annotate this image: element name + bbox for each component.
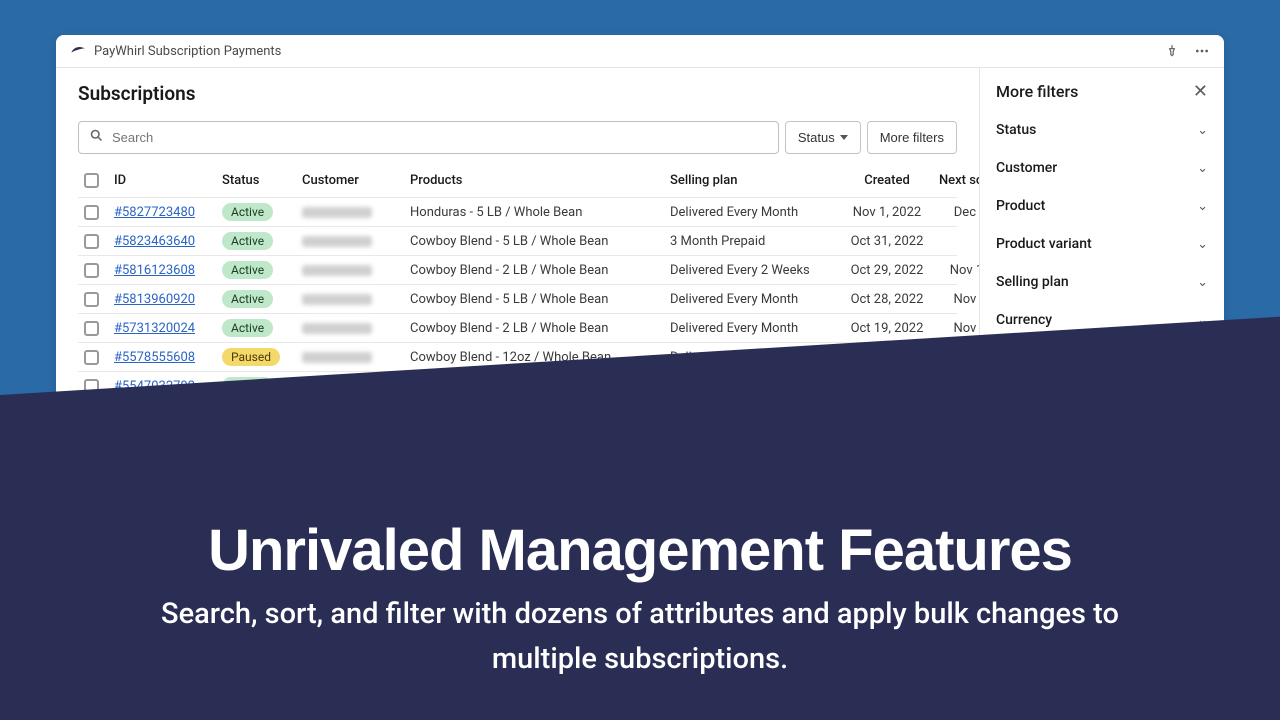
cell-selling-plan: Delivered Every Month (670, 321, 840, 336)
search-input[interactable] (112, 130, 768, 145)
cell-product: Honduras - 5 LB / Whole Bean (410, 205, 670, 220)
filter-item-label: Customer (996, 160, 1057, 176)
overlay-subline: Search, sort, and filter with dozens of … (150, 592, 1130, 682)
status-badge: Active (222, 203, 273, 221)
cell-selling-plan: Delivered Every 2 Weeks (670, 263, 840, 278)
status-badge: Active (222, 319, 273, 337)
status-filter-button[interactable]: Status (785, 121, 861, 154)
chevron-down-icon: ⌄ (1197, 199, 1208, 214)
cell-created: Oct 31, 2022 (840, 234, 934, 249)
search-input-wrapper[interactable] (78, 121, 779, 154)
status-badge: Paused (222, 348, 280, 366)
col-created: Created (840, 173, 934, 188)
table-row: #5813960920 Active Cowboy Blend - 5 LB / W… (78, 285, 957, 314)
app-name: PayWhirl Subscription Payments (94, 44, 281, 59)
table-row: #5823463640 Active Cowboy Blend - 5 LB / W… (78, 227, 957, 256)
chevron-down-icon (840, 135, 848, 140)
chevron-down-icon: ⌄ (1197, 237, 1208, 252)
status-badge: Active (222, 290, 273, 308)
filter-item-customer[interactable]: Customer ⌄ (980, 149, 1224, 187)
row-checkbox[interactable] (84, 321, 99, 336)
cell-next-scheduled: Nov 12, 202 (934, 263, 979, 278)
chevron-down-icon: ⌄ (1197, 161, 1208, 176)
filter-item-status[interactable]: Status ⌄ (980, 111, 1224, 149)
more-filters-button[interactable]: More filters (867, 121, 957, 154)
customer-name-redacted (302, 236, 372, 247)
overlay-headline: Unrivaled Management Features (208, 517, 1072, 584)
customer-name-redacted (302, 352, 372, 363)
filter-item-product[interactable]: Product ⌄ (980, 187, 1224, 225)
filter-item-label: Selling plan (996, 274, 1069, 290)
paywhirl-logo-icon (70, 43, 86, 59)
filter-item-label: Status (996, 122, 1036, 138)
search-icon (89, 128, 104, 147)
cell-product: Cowboy Blend - 5 LB / Whole Bean (410, 292, 670, 307)
cell-next-scheduled: — (934, 234, 979, 249)
cell-product: Cowboy Blend - 5 LB / Whole Bean (410, 234, 670, 249)
col-customer: Customer (302, 173, 410, 188)
titlebar: PayWhirl Subscription Payments (56, 35, 1224, 68)
filter-item-label: Currency (996, 312, 1052, 328)
cell-created: Oct 19, 2022 (840, 321, 934, 336)
cell-created: Nov 1, 2022 (840, 205, 934, 220)
col-selling-plan: Selling plan (670, 173, 840, 188)
cell-selling-plan: 3 Month Prepaid (670, 234, 840, 249)
row-checkbox[interactable] (84, 205, 99, 220)
status-badge: Active (222, 232, 273, 250)
subscription-id-link[interactable]: #5827723480 (114, 205, 195, 220)
cell-next-scheduled: Nov 28, 20 (934, 292, 979, 307)
more-filters-label: More filters (880, 130, 944, 145)
close-icon[interactable]: ✕ (1193, 83, 1208, 101)
side-panel-title: More filters (996, 82, 1078, 101)
cell-selling-plan: Delivered Every Month (670, 205, 840, 220)
cell-created: Oct 28, 2022 (840, 292, 934, 307)
customer-name-redacted (302, 294, 372, 305)
subscription-id-link[interactable]: #5823463640 (114, 234, 195, 249)
subscription-id-link[interactable]: #5816123608 (114, 263, 195, 278)
status-filter-label: Status (798, 130, 835, 145)
cell-product: Cowboy Blend - 2 LB / Whole Bean (410, 321, 670, 336)
table-row: #5816123608 Active Cowboy Blend - 2 LB / W… (78, 256, 957, 285)
filter-item-selling-plan[interactable]: Selling plan ⌄ (980, 263, 1224, 301)
promo-overlay: Unrivaled Management Features Search, so… (0, 450, 1280, 720)
col-products: Products (410, 173, 670, 188)
status-badge: Active (222, 261, 273, 279)
table-row: #5827723480 Active Honduras - 5 LB / Whole… (78, 198, 957, 227)
page-title: Subscriptions (78, 82, 957, 105)
more-menu-icon[interactable] (1194, 43, 1210, 59)
filter-item-product-variant[interactable]: Product variant ⌄ (980, 225, 1224, 263)
chevron-down-icon: ⌄ (1197, 275, 1208, 290)
filter-item-label: Product (996, 198, 1045, 214)
customer-name-redacted (302, 207, 372, 218)
chevron-down-icon: ⌄ (1197, 123, 1208, 138)
customer-name-redacted (302, 265, 372, 276)
cell-product: Cowboy Blend - 2 LB / Whole Bean (410, 263, 670, 278)
subscription-id-link[interactable]: #5578555608 (114, 350, 195, 365)
row-checkbox[interactable] (84, 234, 99, 249)
col-next: Next scheduled (934, 173, 979, 188)
subscription-id-link[interactable]: #5731320024 (114, 321, 195, 336)
row-checkbox[interactable] (84, 350, 99, 365)
table-row: #5731320024 Active Cowboy Blend - 2 LB / W… (78, 314, 957, 343)
cell-created: Oct 29, 2022 (840, 263, 934, 278)
table-header: ID Status Customer Products Selling plan… (78, 164, 957, 198)
pin-icon[interactable] (1164, 43, 1180, 59)
row-checkbox[interactable] (84, 292, 99, 307)
cell-next-scheduled: Nov 19, 20 (934, 321, 979, 336)
cell-selling-plan: Delivered Every Month (670, 292, 840, 307)
subscription-id-link[interactable]: #5813960920 (114, 292, 195, 307)
col-id: ID (114, 173, 222, 188)
select-all-checkbox[interactable] (84, 173, 99, 188)
customer-name-redacted (302, 323, 372, 334)
row-checkbox[interactable] (84, 263, 99, 278)
filter-item-label: Product variant (996, 236, 1092, 252)
col-status: Status (222, 173, 302, 188)
cell-next-scheduled: Dec 1, 202 (934, 205, 979, 220)
